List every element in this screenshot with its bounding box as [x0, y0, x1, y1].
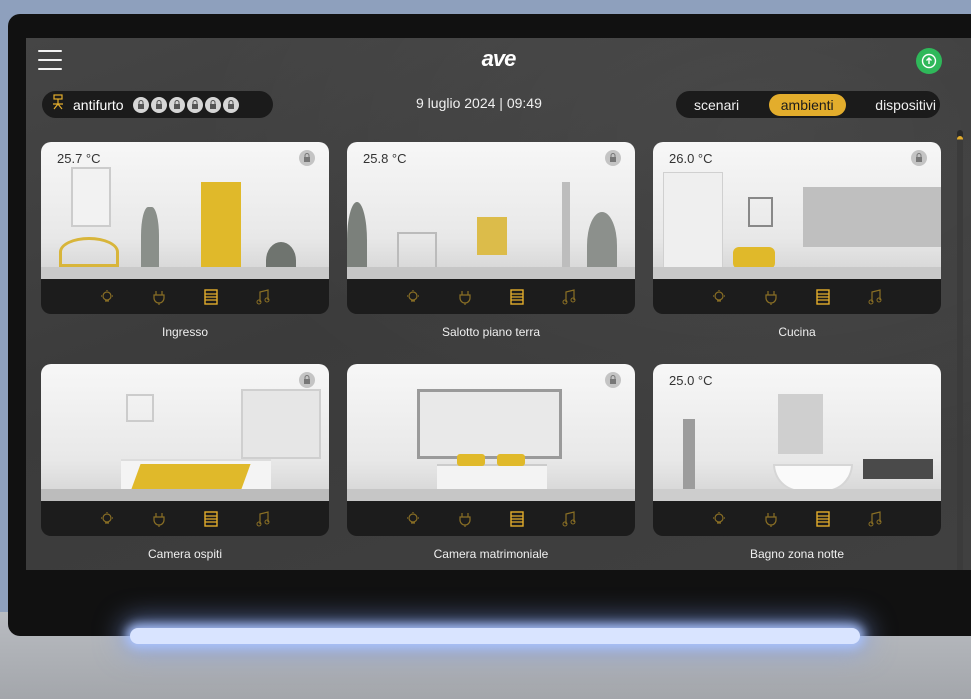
cloud-upload-icon[interactable] [916, 48, 942, 74]
scrollbar[interactable] [957, 130, 963, 570]
shutter-icon[interactable] [507, 509, 527, 529]
light-icon[interactable] [709, 287, 729, 307]
room-name: Salotto piano terra [441, 325, 541, 339]
alarm-zone-lock-icon[interactable] [150, 96, 167, 113]
music-icon[interactable] [865, 509, 885, 529]
tab-ambienti[interactable]: ambienti [768, 93, 846, 116]
room-photo [41, 364, 329, 501]
room-card-camera-matrimoniale[interactable] [347, 364, 635, 536]
alarm-status-pill[interactable]: antifurto [42, 91, 273, 118]
room-temperature: 25.7 °C [57, 151, 101, 166]
view-switcher: scenari ambienti dispositivi [676, 91, 940, 118]
room-controls [653, 279, 941, 314]
plug-icon[interactable] [455, 509, 475, 529]
room-controls [41, 501, 329, 536]
scrollbar-thumb[interactable] [957, 136, 963, 570]
room-name: Cucina [778, 325, 816, 339]
alarm-zone-lock-icon[interactable] [168, 96, 185, 113]
room-name: Camera ospiti [147, 547, 223, 561]
room-controls [347, 501, 635, 536]
room-controls [347, 279, 635, 314]
room-name: Camera matrimoniale [433, 547, 549, 561]
ave-logo: ave [481, 46, 517, 71]
music-icon[interactable] [559, 287, 579, 307]
tab-scenari[interactable]: scenari [694, 97, 739, 113]
room-controls [41, 279, 329, 314]
alarm-zone-lock-icon[interactable] [186, 96, 203, 113]
ambient-led-strip [130, 628, 860, 644]
music-icon[interactable] [559, 509, 579, 529]
tab-dispositivi[interactable]: dispositivi [875, 97, 936, 113]
room-card-bagno[interactable]: 25.0 °C [653, 364, 941, 536]
light-icon[interactable] [403, 509, 423, 529]
plug-icon[interactable] [761, 287, 781, 307]
shutter-icon[interactable] [813, 287, 833, 307]
lock-icon [605, 372, 621, 388]
room-card-cucina[interactable]: 26.0 °C [653, 142, 941, 314]
music-icon[interactable] [253, 509, 273, 529]
plug-icon[interactable] [149, 287, 169, 307]
room-temperature: 25.0 °C [669, 373, 713, 388]
shutter-icon[interactable] [813, 509, 833, 529]
room-name: Bagno zona notte [749, 547, 845, 561]
lock-icon [299, 372, 315, 388]
room-card-salotto[interactable]: 25.8 °C [347, 142, 635, 314]
room-name: Ingresso [161, 325, 209, 339]
lock-icon [911, 150, 927, 166]
date-time: 9 luglio 2024 | 09:49 [416, 95, 542, 111]
lock-icon [299, 150, 315, 166]
alarm-zone-lock-icon[interactable] [204, 96, 221, 113]
room-card-camera-ospiti[interactable] [41, 364, 329, 536]
lock-icon [605, 150, 621, 166]
room-card-ingresso[interactable]: 25.7 °C [41, 142, 329, 314]
light-icon[interactable] [403, 287, 423, 307]
touch-screen: ave antifurto 9 luglio 2024 | 09:49 scen… [26, 38, 971, 570]
music-icon[interactable] [865, 287, 885, 307]
room-temperature: 25.8 °C [363, 151, 407, 166]
room-temperature: 26.0 °C [669, 151, 713, 166]
alarm-zone-lock-icon[interactable] [132, 96, 149, 113]
alarm-label: antifurto [73, 96, 124, 113]
shutter-icon[interactable] [201, 287, 221, 307]
plug-icon[interactable] [761, 509, 781, 529]
alarm-icon [51, 94, 65, 115]
alarm-zone-lock-icon[interactable] [222, 96, 239, 113]
shutter-icon[interactable] [507, 287, 527, 307]
shutter-icon[interactable] [201, 509, 221, 529]
room-photo [347, 364, 635, 501]
light-icon[interactable] [709, 509, 729, 529]
plug-icon[interactable] [149, 509, 169, 529]
room-controls [653, 501, 941, 536]
plug-icon[interactable] [455, 287, 475, 307]
light-icon[interactable] [97, 509, 117, 529]
music-icon[interactable] [253, 287, 273, 307]
light-icon[interactable] [97, 287, 117, 307]
